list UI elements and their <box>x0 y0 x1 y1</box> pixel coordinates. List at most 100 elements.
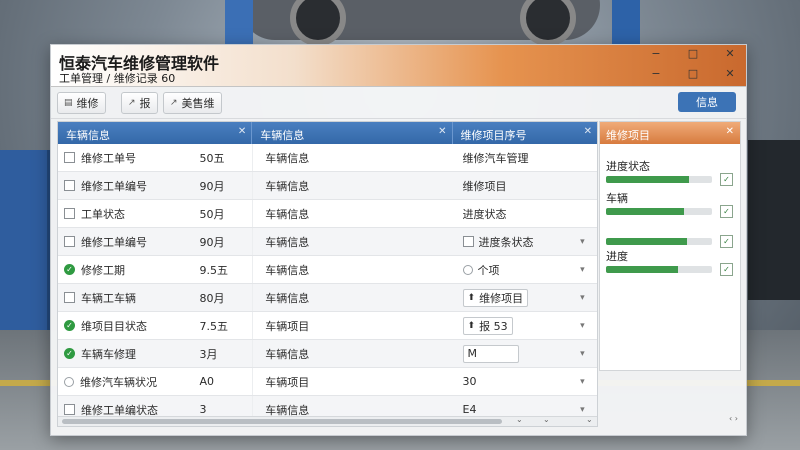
row-checkbox[interactable] <box>64 180 75 191</box>
row-checkbox[interactable] <box>64 208 75 219</box>
row-value: A0 <box>199 375 214 388</box>
row-name-cell: 维修工单编号 <box>58 228 197 255</box>
table-row[interactable]: ✓ 维项目目状态 7.5五 车辆项目 ⬆ 报 53 ▾ <box>58 312 597 340</box>
row-col3: ⬆ 报 53 <box>453 312 581 339</box>
progress-check-icon[interactable]: ✓ <box>720 263 733 276</box>
chevron-down-icon[interactable]: ▾ <box>580 284 597 311</box>
row-name-cell: 维修工单号 <box>58 144 197 171</box>
check-circle-icon[interactable]: ✓ <box>64 348 75 359</box>
chevron-down-icon[interactable]: ▾ <box>580 368 597 395</box>
repair-button[interactable]: ▤ 维修 <box>57 92 106 114</box>
info-button[interactable]: 信息 <box>678 92 736 112</box>
scrollbar-thumb[interactable] <box>62 419 502 424</box>
table-row[interactable]: 维修工单号 50五 车辆信息 维修汽车管理 <box>58 144 597 172</box>
report-button[interactable]: ↗ 报 <box>121 92 158 114</box>
table-row[interactable]: 工单状态 50月 车辆信息 进度状态 <box>58 200 597 228</box>
table-row[interactable]: 维修汽车辆状况 A0 车辆项目 30 ▾ <box>58 368 597 396</box>
row-value: 50五 <box>199 151 225 165</box>
window-controls-inner: − □ ✕ <box>648 67 738 80</box>
scroll-down-icon[interactable]: ⌄ <box>543 415 550 424</box>
row-radio[interactable] <box>64 376 74 387</box>
chevron-down-icon[interactable]: ▾ <box>580 340 597 367</box>
close-panel-icon[interactable]: ✕ <box>726 126 734 137</box>
arrow-up-icon: ⬆ <box>467 292 476 303</box>
row-name: 车辆车修理 <box>81 347 136 361</box>
row-value: 90月 <box>199 235 225 249</box>
col3-input[interactable]: M <box>462 344 519 363</box>
row-info: 车辆项目 <box>252 312 452 339</box>
minimize-icon[interactable]: − <box>648 47 664 60</box>
column-header[interactable]: 车辆信息 ✕ <box>252 122 453 144</box>
report-button-label: 报 <box>139 97 151 110</box>
minimize-icon[interactable]: − <box>648 67 664 80</box>
toolbar: ▤ 维修 ↗ 报 ↗ 美售维 信息 <box>51 87 746 119</box>
row-checkbox[interactable] <box>64 152 75 163</box>
progress-bar <box>606 176 712 183</box>
title-bar: 恒泰汽车维修管理软件 工单管理 / 维修记录 60 − □ ✕ − □ ✕ <box>51 45 746 87</box>
row-col3: 个项 <box>453 256 581 283</box>
row-info: 车辆信息 <box>252 228 452 255</box>
maximize-icon[interactable]: □ <box>685 47 701 60</box>
row-checkbox[interactable] <box>64 404 75 415</box>
row-name-cell: 维修工单编号 <box>58 172 197 199</box>
check-circle-icon[interactable]: ✓ <box>64 320 75 331</box>
scroll-down-icon[interactable]: ⌄ <box>516 415 523 424</box>
maximize-icon[interactable]: □ <box>685 67 701 80</box>
row-checkbox[interactable] <box>64 292 75 303</box>
col3-text: 进度状态 <box>462 207 507 221</box>
col3-radio[interactable] <box>462 264 473 275</box>
window-controls-outer: − □ ✕ <box>648 47 738 60</box>
table-row[interactable]: 维修工单编号 90月 车辆信息 维修项目 <box>58 172 597 200</box>
col3-chip[interactable]: ⬆ 报 53 <box>462 316 513 335</box>
chevron-down-icon[interactable]: ▾ <box>580 312 597 339</box>
row-name: 工单状态 <box>81 207 125 221</box>
col3-text: 维修汽车管理 <box>462 151 529 165</box>
app-window: 恒泰汽车维修管理软件 工单管理 / 维修记录 60 − □ ✕ − □ ✕ ▤ … <box>50 44 747 436</box>
close-column-icon[interactable]: ✕ <box>238 126 246 137</box>
wrench-icon: ▤ <box>64 98 73 108</box>
col3-checkbox[interactable] <box>462 236 474 247</box>
progress-label: 车辆 <box>606 192 628 205</box>
row-checkbox[interactable] <box>64 236 75 247</box>
work-order-grid: 车辆信息 ✕ 车辆信息 ✕ 维修项目序号 ✕ 维修工单号 50五 车辆信息 维修汽车管理 维修… <box>57 121 598 427</box>
progress-check-icon[interactable]: ✓ <box>720 173 733 186</box>
aftersale-button[interactable]: ↗ 美售维 <box>163 92 222 114</box>
close-column-icon[interactable]: ✕ <box>438 126 446 137</box>
row-info: 车辆信息 <box>252 284 452 311</box>
progress-check-icon[interactable]: ✓ <box>720 235 733 248</box>
column-header[interactable]: 车辆信息 ✕ <box>58 122 253 144</box>
row-name-cell: 工单状态 <box>58 200 197 227</box>
col3-text: 进度条状态 <box>478 235 534 249</box>
progress-fill <box>606 238 687 245</box>
horizontal-scrollbar[interactable]: ⌄ ⌄ ⌄ <box>58 415 597 426</box>
tool-cabinet <box>0 150 50 330</box>
table-row[interactable]: 车辆工车辆 80月 车辆信息 ⬆ 维修项目 ▾ <box>58 284 597 312</box>
row-col3: 进度状态 <box>453 200 581 227</box>
scroll-down-icon[interactable]: ⌄ <box>586 415 593 424</box>
column-header[interactable]: 维修项目序号 ✕ <box>453 122 597 144</box>
close-icon[interactable]: ✕ <box>722 47 738 60</box>
close-icon[interactable]: ✕ <box>722 67 738 80</box>
close-column-icon[interactable]: ✕ <box>584 126 592 137</box>
panel-scroll-controls[interactable]: ‹ › <box>729 414 738 423</box>
row-name: 维修工单编号 <box>81 179 147 193</box>
row-name-cell: ✓ 修修工期 <box>58 256 197 283</box>
table-row[interactable]: ✓ 修修工期 9.5五 车辆信息 个项 ▾ <box>58 256 597 284</box>
col3-text: 30 <box>462 375 477 388</box>
parked-car <box>748 140 800 300</box>
chevron-down-icon[interactable]: ▾ <box>580 228 597 255</box>
progress-check-icon[interactable]: ✓ <box>720 205 733 218</box>
progress-label: 进度 <box>606 250 628 263</box>
row-name-cell: ✓ 车辆车修理 <box>58 340 197 367</box>
table-row[interactable]: 维修工单编号 90月 车辆信息 进度条状态 ▾ <box>58 228 597 256</box>
col3-chip[interactable]: ⬆ 维修项目 <box>462 288 529 307</box>
grid-header: 车辆信息 ✕ 车辆信息 ✕ 维修项目序号 ✕ <box>58 122 597 144</box>
chevron-down-icon[interactable]: ▾ <box>580 256 597 283</box>
repair-items-panel: 维修项目 ✕ 进度状态 ✓ 车辆 ✓ ✓ 进度 ✓ <box>599 121 741 371</box>
row-value: 3月 <box>199 347 218 361</box>
table-row[interactable]: ✓ 车辆车修理 3月 车辆信息 M ▾ <box>58 340 597 368</box>
check-circle-icon[interactable]: ✓ <box>64 264 75 275</box>
arrow-icon: ↗ <box>128 98 136 108</box>
panel-title: 维修项目 <box>606 129 650 142</box>
aftersale-button-label: 美售维 <box>181 97 215 110</box>
